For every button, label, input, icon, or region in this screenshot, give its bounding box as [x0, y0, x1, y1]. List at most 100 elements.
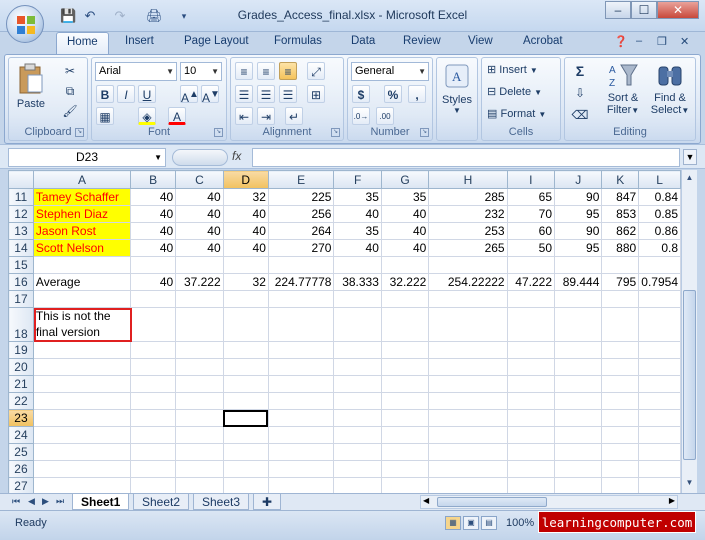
cell-a14[interactable]: Scott Nelson — [32, 239, 131, 257]
cell-b20[interactable] — [129, 358, 177, 376]
cell-h16[interactable]: 254.22222 — [428, 273, 508, 291]
cell-d18[interactable] — [222, 307, 269, 342]
clipboard-launcher-icon[interactable]: ↘ — [75, 128, 84, 137]
alignment-launcher-icon[interactable]: ↘ — [331, 128, 340, 137]
cell-a20[interactable] — [32, 358, 131, 376]
insert-cells-button[interactable]: ⊞ Insert ▼ — [486, 62, 539, 77]
next-sheet-icon[interactable]: ▶ — [42, 496, 49, 507]
cell-l17[interactable] — [638, 290, 681, 308]
cell-e21[interactable] — [267, 375, 335, 393]
cell-f22[interactable] — [333, 392, 382, 410]
office-button[interactable] — [6, 5, 44, 43]
cell-j11[interactable]: 90 — [553, 188, 603, 206]
cell-c20[interactable] — [175, 358, 224, 376]
cell-j19[interactable] — [553, 341, 603, 359]
tab-view[interactable]: View — [468, 35, 493, 47]
cell-g24[interactable] — [380, 426, 430, 444]
cell-j17[interactable] — [553, 290, 603, 308]
column-header-d[interactable]: D — [222, 170, 269, 189]
font-size-select[interactable]: 10 ▼ — [180, 62, 222, 81]
cell-c12[interactable]: 40 — [175, 205, 224, 223]
cell-a16[interactable]: Average — [32, 273, 131, 291]
cell-g13[interactable]: 40 — [380, 222, 430, 240]
tab-insert[interactable]: Insert — [125, 35, 154, 47]
cell-f20[interactable] — [333, 358, 382, 376]
cell-g11[interactable]: 35 — [380, 188, 430, 206]
cell-j22[interactable] — [553, 392, 603, 410]
cell-h19[interactable] — [428, 341, 508, 359]
cell-h22[interactable] — [428, 392, 508, 410]
row-header[interactable]: 22 — [8, 392, 34, 410]
cell-c25[interactable] — [175, 443, 224, 461]
cell-i23[interactable] — [506, 409, 556, 427]
expand-formula-bar-icon[interactable]: ▼ — [683, 149, 697, 165]
cell-j13[interactable]: 90 — [553, 222, 603, 240]
workbook-restore-icon[interactable]: ❐ — [657, 35, 667, 48]
cell-f13[interactable]: 35 — [333, 222, 382, 240]
workbook-close-icon[interactable]: ✕ — [680, 35, 689, 48]
cell-i13[interactable]: 60 — [506, 222, 556, 240]
cell-f26[interactable] — [333, 460, 382, 478]
align-top-icon[interactable]: ≡ — [235, 62, 253, 80]
scroll-left-icon[interactable]: ◀ — [423, 496, 429, 505]
cell-i19[interactable] — [506, 341, 556, 359]
cell-l23[interactable] — [638, 409, 681, 427]
cell-c11[interactable]: 40 — [175, 188, 224, 206]
cell-h13[interactable]: 253 — [428, 222, 508, 240]
cell-l25[interactable] — [638, 443, 681, 461]
cell-e22[interactable] — [267, 392, 335, 410]
currency-button[interactable]: $ — [352, 85, 370, 103]
insert-function-icon[interactable]: fx — [232, 149, 241, 163]
cell-k19[interactable] — [601, 341, 640, 359]
cell-b15[interactable] — [129, 256, 177, 274]
cell-f23[interactable] — [333, 409, 382, 427]
cell-d20[interactable] — [222, 358, 269, 376]
cell-j27[interactable] — [553, 477, 603, 493]
formula-bar-divider-icon[interactable] — [172, 149, 228, 166]
font-color-icon[interactable]: A — [168, 107, 186, 125]
row-header[interactable]: 17 — [8, 290, 34, 308]
cell-g22[interactable] — [380, 392, 430, 410]
sheet-tab-sheet3[interactable]: Sheet3 — [193, 494, 250, 510]
cell-g25[interactable] — [380, 443, 430, 461]
cell-f27[interactable] — [333, 477, 382, 493]
cell-l22[interactable] — [638, 392, 681, 410]
cell-h25[interactable] — [428, 443, 508, 461]
cell-e26[interactable] — [267, 460, 335, 478]
cell-c15[interactable] — [175, 256, 224, 274]
increase-indent-icon[interactable]: ⇥ — [257, 107, 275, 125]
cell-g27[interactable] — [380, 477, 430, 493]
cell-j25[interactable] — [553, 443, 603, 461]
cell-l19[interactable] — [638, 341, 681, 359]
cell-k11[interactable]: 847 — [601, 188, 640, 206]
cell-b25[interactable] — [129, 443, 177, 461]
sort-filter-button[interactable]: A Z Sort & Filter▼ — [601, 60, 645, 126]
tab-home[interactable]: Home — [56, 32, 109, 55]
cell-f25[interactable] — [333, 443, 382, 461]
format-cells-button[interactable]: ▤ Format ▼ — [486, 106, 547, 121]
column-header-f[interactable]: F — [333, 170, 382, 189]
orientation-icon[interactable]: ⤢ — [307, 62, 325, 80]
cell-d19[interactable] — [222, 341, 269, 359]
cell-d26[interactable] — [222, 460, 269, 478]
cell-k24[interactable] — [601, 426, 640, 444]
cell-g20[interactable] — [380, 358, 430, 376]
cell-h18[interactable] — [428, 307, 508, 342]
cell-j20[interactable] — [553, 358, 603, 376]
number-format-select[interactable]: General ▼ — [351, 62, 429, 81]
cell-f17[interactable] — [333, 290, 382, 308]
cell-b16[interactable]: 40 — [129, 273, 177, 291]
cell-d11[interactable]: 32 — [222, 188, 269, 206]
cell-e25[interactable] — [267, 443, 335, 461]
column-header-c[interactable]: C — [175, 170, 224, 189]
cell-l16[interactable]: 0.7954 — [638, 273, 681, 291]
cell-l15[interactable] — [638, 256, 681, 274]
cell-d16[interactable]: 32 — [222, 273, 269, 291]
cell-k13[interactable]: 862 — [601, 222, 640, 240]
cell-b18[interactable] — [129, 307, 177, 342]
cell-b12[interactable]: 40 — [129, 205, 177, 223]
cell-g12[interactable]: 40 — [380, 205, 430, 223]
cell-i21[interactable] — [506, 375, 556, 393]
row-header[interactable]: 18 — [8, 307, 34, 342]
cell-a19[interactable] — [32, 341, 131, 359]
